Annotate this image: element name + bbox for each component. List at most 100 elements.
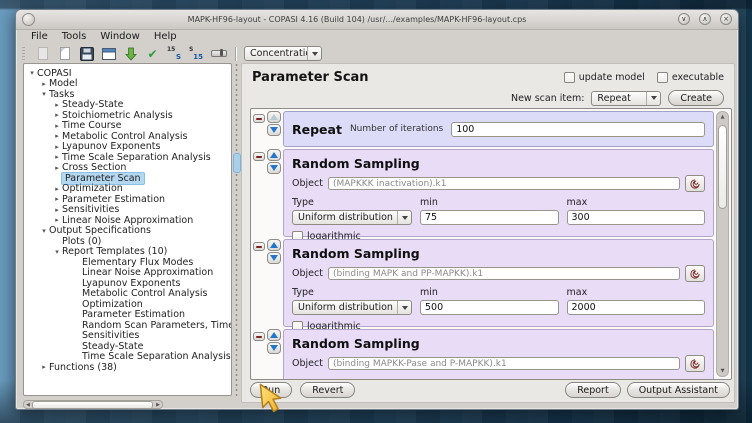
menu-tools[interactable]: Tools [55, 29, 94, 44]
object-select-button[interactable] [685, 355, 705, 372]
move-down-button[interactable] [267, 162, 281, 174]
remove-item-button[interactable] [253, 332, 265, 341]
move-up-button[interactable] [267, 149, 281, 161]
menu-help[interactable]: Help [147, 29, 184, 44]
min-input[interactable] [420, 300, 559, 315]
report-button[interactable]: Report [565, 382, 621, 398]
tree-item[interactable]: Metabolic Control Analysis [24, 289, 231, 300]
update-model-checkbox[interactable] [564, 72, 575, 83]
scan-vertical-scrollbar[interactable]: ▲ ▼ [716, 111, 729, 377]
tree-item[interactable]: ▸Sensitivities [24, 205, 231, 216]
tree-expander-icon[interactable]: ▾ [52, 248, 62, 256]
tree-expander-icon[interactable]: ▸ [39, 80, 49, 88]
tree-item[interactable]: Plots (0) [24, 236, 231, 247]
tree-expander-icon[interactable]: ▸ [39, 363, 49, 371]
tree-expander-icon[interactable]: ▸ [52, 111, 62, 119]
scroll-left-icon[interactable]: ◀ [26, 402, 30, 408]
tree-item[interactable]: ▸Model [24, 79, 231, 90]
tree-expander-icon[interactable]: ▾ [39, 227, 49, 235]
move-up-button[interactable] [267, 111, 281, 123]
scroll-up-icon[interactable]: ▲ [717, 114, 728, 120]
new-scan-item-combobox[interactable]: Repeat [591, 91, 661, 106]
tree-item[interactable]: Random Scan Parameters, Time, Concentrat… [24, 320, 231, 331]
tree-item[interactable]: Elementary Flux Modes [24, 257, 231, 268]
update-model-option[interactable]: update model [564, 72, 645, 83]
model-view-button[interactable] [100, 45, 117, 62]
convert-from-sbml-button[interactable]: S 15 [188, 45, 205, 62]
menu-window[interactable]: Window [93, 29, 146, 44]
move-down-button[interactable] [267, 252, 281, 264]
tree-item[interactable]: ▸Metabolic Control Analysis [24, 131, 231, 142]
tree-expander-icon[interactable]: ▸ [52, 185, 62, 193]
create-button[interactable]: Create [668, 90, 724, 106]
tree-expander-icon[interactable]: ▸ [52, 143, 62, 151]
new-file-button[interactable] [34, 45, 51, 62]
tree-expander-icon[interactable]: ▸ [52, 206, 62, 214]
save-button[interactable] [78, 45, 95, 62]
tree-item[interactable]: Lyapunov Exponents [24, 278, 231, 289]
min-input[interactable] [420, 210, 559, 225]
tree-item[interactable]: ▸Stoichiometric Analysis [24, 110, 231, 121]
remove-item-button[interactable] [253, 114, 265, 123]
move-up-button[interactable] [267, 329, 281, 341]
tree-item[interactable]: ▸Steady-State [24, 100, 231, 111]
tree-item[interactable]: ▸Functions (38) [24, 362, 231, 373]
tree-item[interactable]: ▾Tasks [24, 89, 231, 100]
titlebar[interactable]: MAPK-HF96-layout - COPASI 4.16 (Build 10… [16, 10, 738, 30]
tree-item[interactable]: Sensitivities [24, 331, 231, 342]
tree-item[interactable]: Linear Noise Approximation [24, 268, 231, 279]
chevron-down-icon[interactable] [646, 92, 660, 105]
object-select-button[interactable] [685, 265, 705, 282]
close-button[interactable]: × [720, 13, 732, 25]
tree-item[interactable]: ▸Time Scale Separation Analysis [24, 152, 231, 163]
scroll-right-icon[interactable]: ▶ [156, 402, 160, 408]
accept-button[interactable]: ✔ [144, 45, 161, 62]
tree-expander-icon[interactable]: ▸ [52, 132, 62, 140]
toolbar-handle[interactable] [22, 47, 25, 60]
scrollbar-thumb[interactable] [718, 125, 727, 209]
tree-item-parameter-scan-selected[interactable]: Parameter Scan [24, 173, 231, 184]
tree-item[interactable]: Parameter Estimation [24, 310, 231, 321]
menu-file[interactable]: File [24, 29, 55, 44]
tree-horizontal-scrollbar[interactable]: ◀ ▶ [23, 400, 163, 409]
remove-item-button[interactable] [253, 152, 265, 161]
splitter-grip[interactable] [233, 153, 241, 173]
object-field[interactable] [328, 267, 680, 280]
tree-item[interactable]: ▾Output Specifications [24, 226, 231, 237]
import-button[interactable] [122, 45, 139, 62]
tree-item[interactable]: ▾Report Templates (10) [24, 247, 231, 258]
chevron-down-icon[interactable] [307, 47, 321, 60]
scrollbar-thumb[interactable] [32, 401, 153, 409]
output-assistant-button[interactable]: Output Assistant [627, 382, 730, 398]
max-input[interactable] [567, 210, 706, 225]
distribution-type-combobox[interactable]: Uniform distribution [292, 300, 412, 315]
tree-expander-icon[interactable]: ▾ [27, 69, 37, 77]
move-down-button[interactable] [267, 342, 281, 354]
tree-expander-icon[interactable]: ▸ [52, 101, 62, 109]
tree-expander-icon[interactable]: ▸ [52, 153, 62, 161]
chevron-down-icon[interactable] [397, 301, 411, 314]
tree-item[interactable]: ▾COPASI [24, 68, 231, 79]
open-file-button[interactable] [56, 45, 73, 62]
tree-expander-icon[interactable]: ▸ [52, 164, 62, 172]
window-menu-button[interactable] [22, 13, 35, 26]
concentrations-combobox[interactable]: Concentrations [244, 46, 322, 61]
revert-button[interactable]: Revert [300, 382, 355, 398]
tree-item[interactable]: ▸Optimization [24, 184, 231, 195]
tree-expander-icon[interactable]: ▸ [52, 122, 62, 130]
executable-option[interactable]: executable [657, 72, 724, 83]
tree-expander-icon[interactable]: ▸ [52, 195, 62, 203]
object-field[interactable] [328, 357, 680, 370]
move-down-button[interactable] [267, 124, 281, 136]
maximize-button[interactable]: ∧ [699, 13, 711, 25]
tree-item[interactable]: ▸Time Course [24, 121, 231, 132]
executable-checkbox[interactable] [657, 72, 668, 83]
scroll-down-icon[interactable]: ▼ [717, 368, 728, 374]
object-select-button[interactable] [685, 175, 705, 192]
iterations-input[interactable] [451, 122, 705, 137]
tree-item[interactable]: Steady-State [24, 341, 231, 352]
max-input[interactable] [567, 300, 706, 315]
chevron-down-icon[interactable] [397, 211, 411, 224]
tree-item[interactable]: Optimization [24, 299, 231, 310]
remove-item-button[interactable] [253, 242, 265, 251]
